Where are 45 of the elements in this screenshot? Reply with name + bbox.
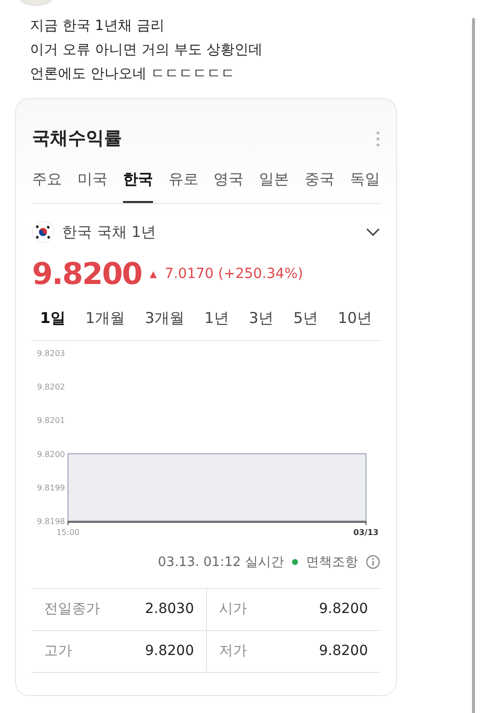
stat-value: 9.8200 [145,642,194,661]
stat-label: 저가 [219,642,247,661]
range-tab[interactable]: 1일 [40,307,66,330]
market-tab[interactable]: 영국 [214,160,244,203]
range-tab[interactable]: 5년 [293,307,318,330]
info-icon[interactable] [366,555,380,570]
range-tab[interactable]: 3년 [248,307,274,330]
market-tab[interactable]: 독일 [350,160,380,203]
post-text-line: 이거 오류 아니면 거의 부도 상황인데 [30,41,264,60]
market-tab[interactable]: 유로 [168,160,198,203]
price: 9.8200 [32,256,142,294]
y-tick-label: 9.8200 [37,449,65,458]
flag-icon [32,221,54,243]
stat-label: 시가 [219,600,247,619]
range-tab[interactable]: 1년 [204,307,229,330]
y-tick-label: 9.8202 [37,382,65,392]
price-change: 7.0170 (+250.34%) [164,265,304,284]
y-tick-label: 9.8203 [37,348,65,358]
range-tab[interactable]: 1개월 [85,307,125,330]
post-text-line: 언론에도 안나오네 ㄷㄷㄷㄷㄷㄷ [30,65,236,84]
y-tick-label: 9.8199 [37,482,65,492]
market-tab[interactable]: 미국 [77,160,108,203]
x-tick-label: 15:00 [56,528,80,536]
range-tab[interactable]: 10년 [338,307,372,330]
market-tab[interactable]: 한국 [122,160,153,203]
y-tick-label: 9.8198 [37,516,65,526]
stat-value: 2.8030 [145,600,194,619]
range-tab[interactable]: 3개월 [144,307,184,330]
up-triangle-icon: ▲ [150,269,157,283]
stat-label: 고가 [44,642,72,661]
y-tick-label: 9.8201 [37,416,65,425]
x-tick-label: 03/13 [353,528,379,536]
market-tab[interactable]: 중국 [304,160,335,203]
market-tab[interactable]: 일본 [259,160,290,203]
timestamp: 03.13. 01:12 실시간 [158,554,284,572]
market-tab[interactable]: 주요 [32,160,62,203]
card-title: 국채수익률 [32,127,122,151]
stat-value: 9.8200 [319,600,368,619]
stat-value: 9.8200 [319,642,368,661]
scrollbar[interactable] [472,18,475,713]
chevron-down-icon[interactable] [366,228,380,236]
post-text-line: 지금 한국 1년채 금리 [30,17,166,36]
instrument-name: 한국 국채 1년 [62,222,156,243]
stat-label: 전일종가 [44,600,100,619]
disclaimer-link[interactable]: 면책조항 [306,552,358,572]
